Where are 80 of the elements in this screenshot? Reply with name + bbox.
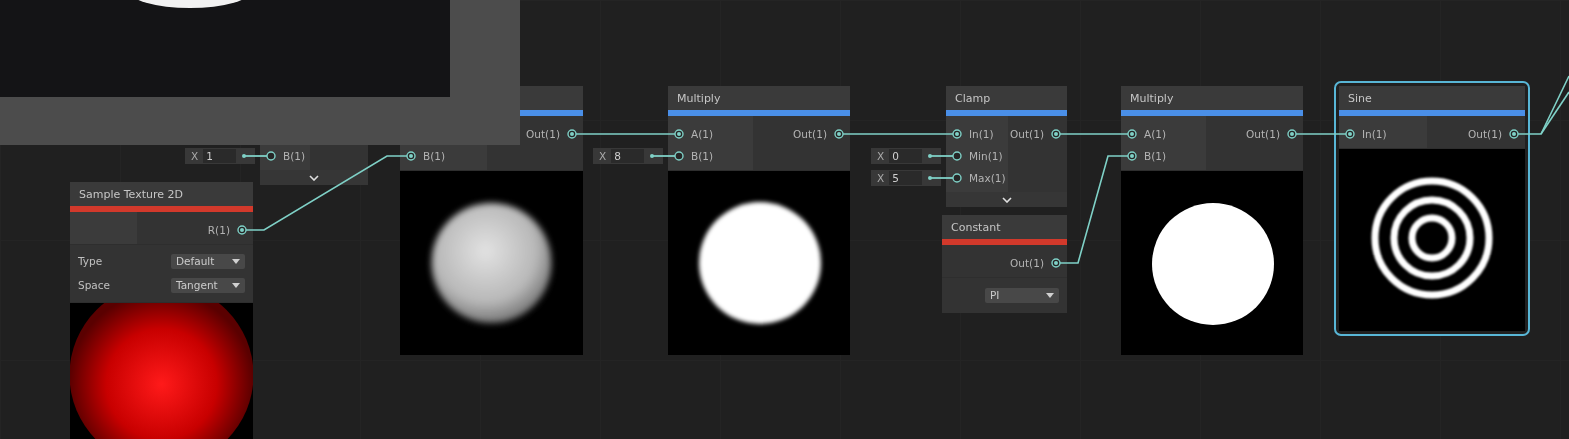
input-port[interactable] [674,151,684,161]
input-column [70,212,137,244]
node-card[interactable]: Multiply A(1) B(1) Out(1) [668,86,850,355]
wire [1295,133,1347,135]
output-port[interactable] [1051,258,1061,268]
port-label: B(1) [691,150,714,162]
node-card[interactable]: Sample Texture 2D R(1) Type Default Space Tangent [70,182,253,439]
output-column [310,145,368,170]
dropdown[interactable]: PI [985,287,1059,303]
caret-icon [1046,292,1054,298]
value-field[interactable]: 1 [203,149,237,163]
input-port[interactable] [952,129,962,139]
node-card[interactable]: Out(1) [520,86,583,148]
output-port[interactable] [237,225,247,235]
port-label: Out(1) [1246,128,1280,140]
node-card[interactable]: Constant Out(1) PI [942,215,1067,313]
selected-node-card[interactable]: Sine In(1) Out(1) [1334,81,1530,336]
output-port[interactable] [1287,129,1297,139]
port-label: B(1) [423,150,446,162]
port-label: R(1) [207,224,230,236]
port-label: Out(1) [1010,128,1044,140]
node-title: Sample Texture 2D [79,187,183,201]
node-card[interactable]: B(1) [400,145,583,355]
port-label: Max(1) [969,172,1006,184]
port-label: Out(1) [1468,128,1502,140]
input-port[interactable] [1345,129,1355,139]
connector-dot [928,154,932,158]
port-label: Out(1) [793,128,827,140]
input-port[interactable] [1127,129,1137,139]
node-title: Clamp [955,91,991,105]
wire [930,177,954,179]
output-port[interactable] [1051,129,1061,139]
caret-icon [232,258,240,264]
input-port[interactable] [952,173,962,183]
value-field[interactable]: 0 [889,149,923,163]
wire [930,155,954,157]
node-card[interactable]: Clamp In(1) Min(1) Max(1) Out(1) [946,86,1067,207]
value-field[interactable]: 8 [611,149,645,163]
input-port[interactable] [674,129,684,139]
connector-dot [928,176,932,180]
dropdown[interactable]: Tangent [171,277,245,293]
port-label: Out(1) [1010,257,1044,269]
axis-label: X [877,150,885,162]
value-field[interactable]: 5 [889,171,923,185]
axis-label: X [191,150,199,162]
node-header [520,86,583,110]
port-label: In(1) [969,128,994,140]
wire [652,155,676,157]
output-port[interactable] [567,129,577,139]
axis-label: X [599,150,607,162]
axis-label: X [877,172,885,184]
setting-label: Type [78,255,103,267]
caret-icon [232,282,240,288]
output-port[interactable] [1509,129,1519,139]
port-label: Out(1) [526,128,560,140]
dropdown[interactable]: Default [171,253,245,269]
input-port[interactable] [406,151,416,161]
node-title: Sine [1348,91,1372,105]
wire [1059,133,1129,135]
node-title: Constant [951,220,1001,234]
port-label: B(1) [1144,150,1167,162]
node-title: Multiply [677,91,721,105]
input-port[interactable] [1127,151,1137,161]
port-label: Min(1) [969,150,1003,162]
output-port[interactable] [834,129,844,139]
chevron-icon [309,174,319,181]
expand-button[interactable] [260,170,368,185]
port-label: A(1) [691,128,714,140]
node-card[interactable]: Multiply A(1) B(1) Out(1) [1121,86,1303,355]
port-label: In(1) [1362,128,1387,140]
setting-label: Space [78,279,110,291]
node-title: Multiply [1130,91,1174,105]
input-port[interactable] [952,151,962,161]
connector-dot [242,154,246,158]
input-port[interactable] [266,151,276,161]
connector-dot [650,154,654,158]
port-label: B(1) [283,150,306,162]
port-label: A(1) [1144,128,1167,140]
chevron-icon [1001,196,1012,203]
node-card[interactable]: B(1) [260,145,368,185]
